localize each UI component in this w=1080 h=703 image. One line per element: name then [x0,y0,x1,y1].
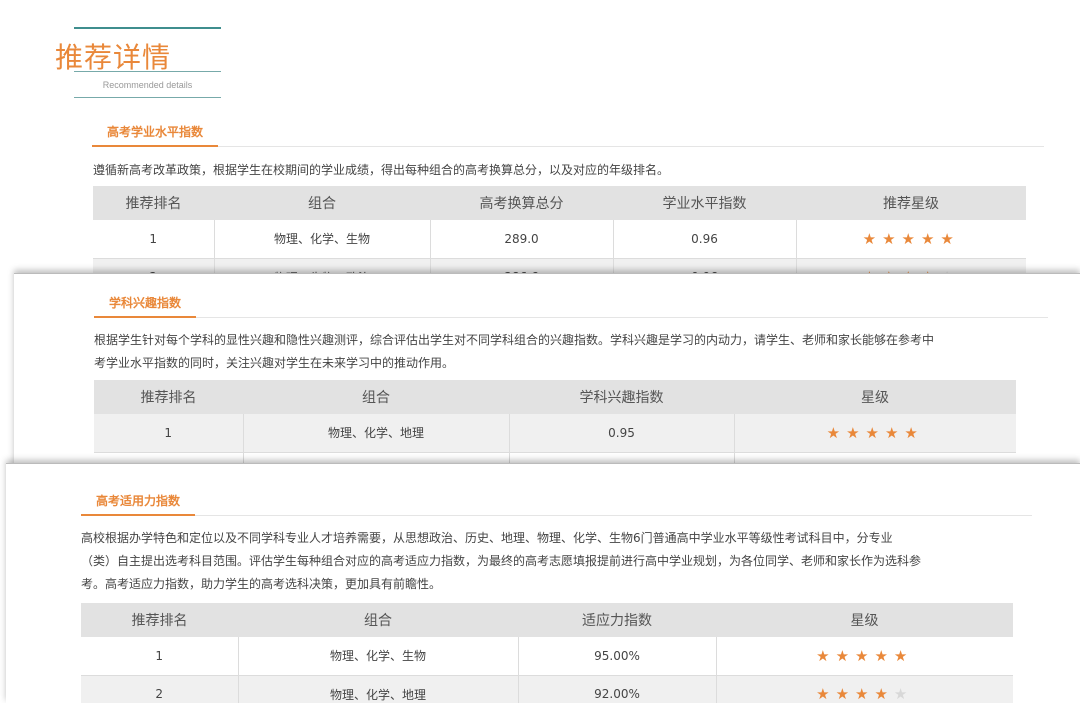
column-header: 推荐排名 [94,380,243,414]
header-rule-mid [74,71,221,72]
star-filled-icon: ★ [940,229,960,248]
star-filled-icon: ★ [835,646,856,665]
rank-cell: 2 [81,675,239,703]
star-icons: ★★★★★ [827,424,924,442]
table-header-row: 推荐排名 组合 学科兴趣指数 星级 [94,380,1016,414]
index-cell: 95.00% [518,637,717,676]
exam-adaptability-table: 推荐排名 组合 适应力指数 星级 1 物理、化学、生物 95.00% ★★★★★… [81,603,1013,703]
subject-interest-table: 推荐排名 组合 学科兴趣指数 星级 1 物理、化学、地理 0.95 ★★★★★ … [94,380,1016,468]
academic-level-table: 推荐排名 组合 高考换算总分 学业水平指数 推荐星级 1 物理、化学、生物 28… [93,186,1026,280]
star-filled-icon: ★ [846,423,866,442]
star-rating: ★★★★★ [716,637,1013,676]
section-description: 根据学生针对每个学科的显性兴趣和隐性兴趣测评，综合评估出学生对不同学科组合的兴趣… [94,329,1054,375]
star-empty-icon: ★ [893,685,914,703]
column-header: 推荐星级 [796,186,1026,220]
rank-cell: 1 [81,637,239,676]
section-header: 学科兴趣指数 [94,289,1048,318]
section-exam-adaptability: 高考适用力指数 高校根据办学特色和定位以及不同学科专业人才培养需要，从思想政治、… [6,463,1080,703]
table-row: 1 物理、化学、生物 289.0 0.96 ★★★★★ [93,220,1026,259]
table-row: 2 物理、化学、地理 92.00% ★★★★★ [81,675,1013,703]
column-header: 星级 [716,603,1013,637]
description-line: 高校根据办学特色和定位以及不同学科专业人才培养需要，从思想政治、历史、地理、物理… [81,531,893,545]
star-rating: ★★★★★ [734,414,1016,453]
star-filled-icon: ★ [920,229,941,248]
column-header: 推荐排名 [81,603,238,637]
star-filled-icon: ★ [855,646,875,665]
combination-cell: 物理、化学、生物 [238,637,519,676]
column-header: 组合 [238,603,518,637]
star-rating: ★★★★★ [716,675,1013,703]
column-header: 组合 [243,380,509,414]
star-filled-icon: ★ [884,423,905,442]
table-row: 1 物理、化学、地理 0.95 ★★★★★ [94,414,1016,453]
index-cell: 0.96 [613,220,797,259]
star-icons: ★★★★★ [816,685,913,703]
star-filled-icon: ★ [816,646,836,665]
rank-cell: 1 [93,220,215,259]
column-header: 适应力指数 [518,603,716,637]
table-header-row: 推荐排名 组合 适应力指数 星级 [81,603,1013,637]
column-header: 高考换算总分 [430,186,613,220]
section-description: 遵循新高考改革政策，根据学生在校期间的学业成绩，得出每种组合的高考换算总分，以及… [93,159,1033,182]
star-filled-icon: ★ [893,646,914,665]
star-filled-icon: ★ [865,423,885,442]
star-filled-icon: ★ [874,685,894,703]
star-filled-icon: ★ [904,423,924,442]
star-filled-icon: ★ [816,685,836,703]
table-row: 1 物理、化学、生物 95.00% ★★★★★ [81,637,1013,676]
description-line: （类）自主提出选考科目范围。评估学生每种组合对应的高考适应力指数，为最终的高考志… [81,554,922,568]
combination-cell: 物理、化学、地理 [243,414,510,453]
column-header: 星级 [734,380,1016,414]
combination-cell: 物理、化学、生物 [214,220,431,259]
page-subtitle: Recommended details [102,80,193,90]
header-rule-bottom [74,97,221,98]
star-filled-icon: ★ [826,423,847,442]
section-header: 高考适用力指数 [81,487,1032,516]
star-filled-icon: ★ [882,229,902,248]
index-cell: 0.95 [509,414,735,453]
section-title: 学科兴趣指数 [94,289,197,318]
rank-cell: 1 [94,414,244,453]
description-line: 遵循新高考改革政策，根据学生在校期间的学业成绩，得出每种组合的高考换算总分，以及… [93,163,670,177]
star-filled-icon: ★ [874,646,894,665]
description-line: 考学业水平指数的同时，关注兴趣对学生在未来学习中的推动作用。 [94,356,455,370]
star-filled-icon: ★ [855,685,875,703]
star-filled-icon: ★ [862,229,883,248]
description-line: 根据学生针对每个学科的显性兴趣和隐性兴趣测评，综合评估出学生对不同学科组合的兴趣… [94,333,935,347]
table-header-row: 推荐排名 组合 高考换算总分 学业水平指数 推荐星级 [93,186,1026,220]
page-header: 推荐详情 Recommended details [55,27,225,102]
index-cell: 92.00% [518,675,717,703]
description-line: 考。高考适应力指数，助力学生的高考选科决策，更加具有前瞻性。 [81,577,442,591]
section-header: 高考学业水平指数 [92,118,1044,147]
header-rule-top [74,27,221,29]
column-header: 组合 [214,186,430,220]
star-filled-icon: ★ [835,685,856,703]
star-rating: ★★★★★ [796,220,1026,259]
page-title: 推荐详情 [55,41,172,74]
star-icons: ★★★★★ [816,647,913,665]
section-description: 高校根据办学特色和定位以及不同学科专业人才培养需要，从思想政治、历史、地理、物理… [81,527,1041,596]
combination-cell: 物理、化学、地理 [238,675,519,703]
score-cell: 289.0 [430,220,614,259]
section-subject-interest: 学科兴趣指数 根据学生针对每个学科的显性兴趣和隐性兴趣测评，综合评估出学生对不同… [14,273,1080,468]
star-filled-icon: ★ [901,229,921,248]
star-icons: ★★★★★ [863,230,960,248]
column-header: 学科兴趣指数 [509,380,734,414]
column-header: 学业水平指数 [613,186,796,220]
section-title: 高考适用力指数 [81,487,196,516]
column-header: 推荐排名 [93,186,214,220]
section-title: 高考学业水平指数 [92,118,219,147]
section-academic-level: 高考学业水平指数 遵循新高考改革政策，根据学生在校期间的学业成绩，得出每种组合的… [0,115,1080,280]
